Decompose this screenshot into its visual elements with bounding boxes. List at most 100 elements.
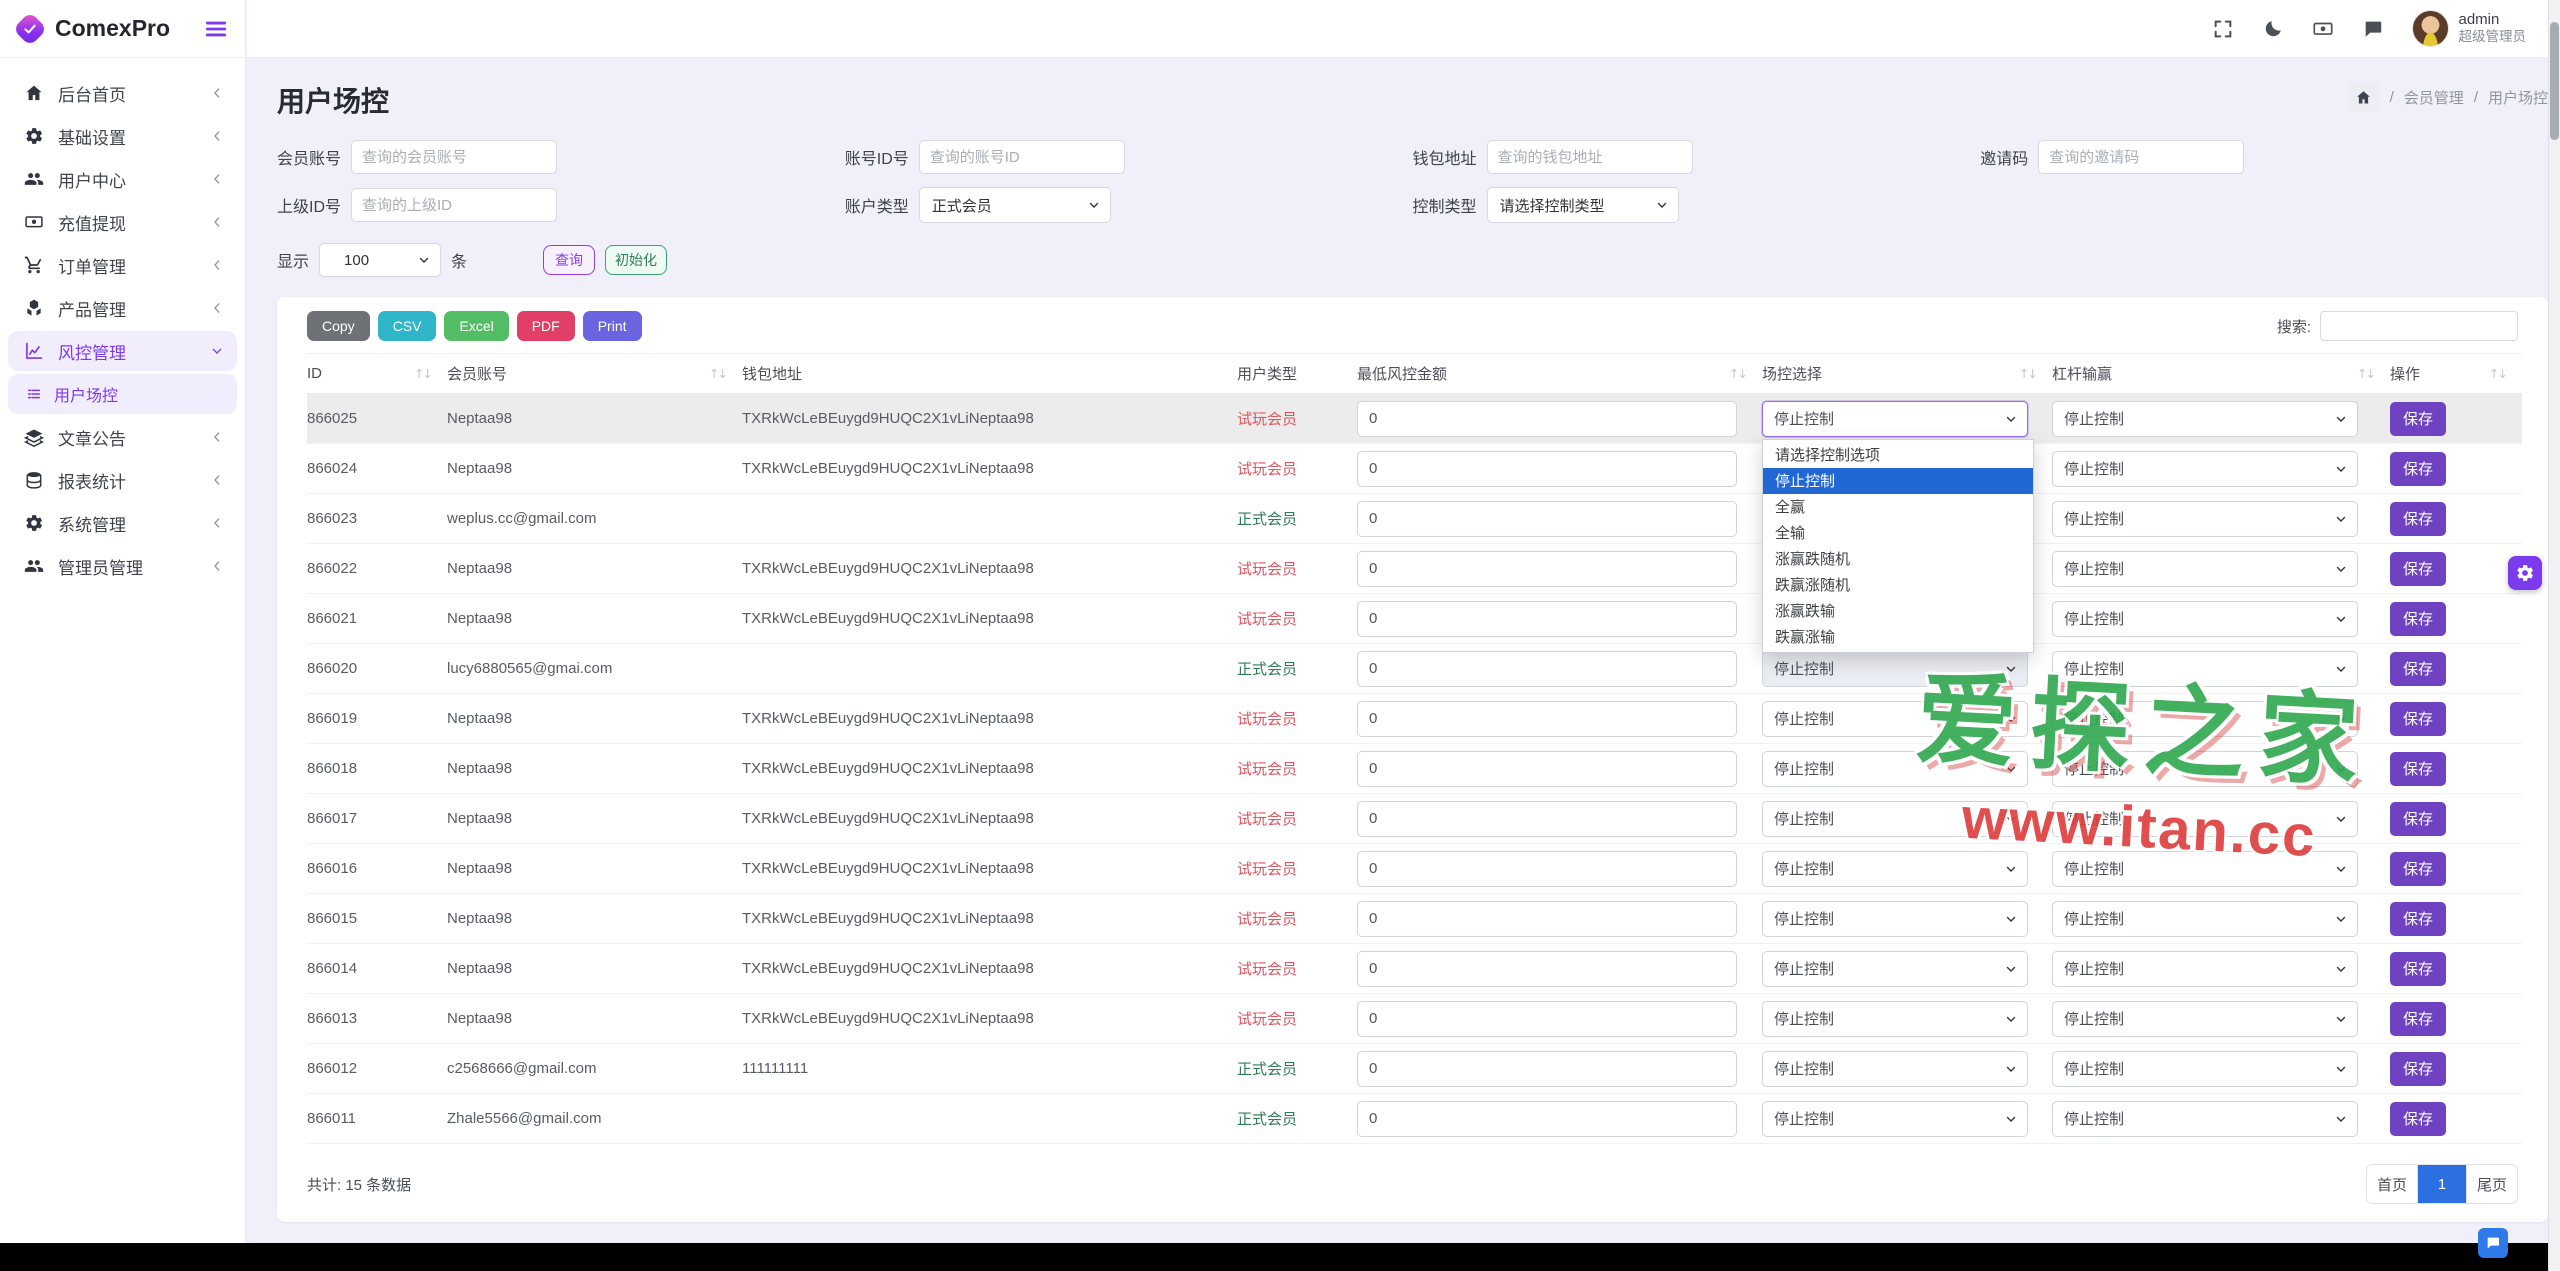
field-control-select[interactable]: 停止控制 <box>1762 1051 2028 1087</box>
scrollbar-thumb[interactable] <box>2550 22 2559 140</box>
column-header-7[interactable]: 操作↑↓ <box>2390 354 2522 394</box>
filter-input-1[interactable] <box>919 140 1125 174</box>
export-print-button[interactable]: Print <box>583 311 642 341</box>
sidebar-item-2[interactable]: 用户中心 <box>8 159 237 199</box>
sidebar-item-10[interactable]: 系统管理 <box>8 503 237 543</box>
min-risk-amount-input[interactable] <box>1357 1051 1737 1087</box>
save-button[interactable]: 保存 <box>2390 752 2446 786</box>
leverage-control-select[interactable]: 停止控制 <box>2052 651 2358 687</box>
dark-mode-moon-icon[interactable] <box>2262 18 2284 40</box>
save-button[interactable]: 保存 <box>2390 502 2446 536</box>
filter-select-6[interactable]: 请选择控制类型 <box>1487 187 1679 223</box>
breadcrumb-home-icon[interactable] <box>2348 82 2380 112</box>
save-button[interactable]: 保存 <box>2390 952 2446 986</box>
save-button[interactable]: 保存 <box>2390 802 2446 836</box>
min-risk-amount-input[interactable] <box>1357 551 1737 587</box>
sort-icon[interactable]: ↑↓ <box>1729 366 1746 381</box>
save-button[interactable]: 保存 <box>2390 552 2446 586</box>
filter-select-5[interactable]: 正式会员 <box>919 187 1111 223</box>
min-risk-amount-input[interactable] <box>1357 451 1737 487</box>
breadcrumb-item-member-mgmt[interactable]: 会员管理 <box>2404 87 2464 108</box>
sidebar-item-8[interactable]: 文章公告 <box>8 417 237 457</box>
min-risk-amount-input[interactable] <box>1357 651 1737 687</box>
leverage-control-select[interactable]: 停止控制 <box>2052 551 2358 587</box>
field-control-select[interactable]: 停止控制 <box>1762 651 2028 687</box>
save-button[interactable]: 保存 <box>2390 602 2446 636</box>
filter-input-0[interactable] <box>351 140 557 174</box>
user-menu[interactable]: admin 超级管理员 <box>2412 10 2527 47</box>
field-control-select[interactable]: 停止控制 <box>1762 1101 2028 1137</box>
page-scrollbar[interactable] <box>2548 0 2560 1271</box>
filter-input-3[interactable] <box>2038 140 2244 174</box>
sidebar-item-7[interactable]: 用户场控 <box>8 374 237 414</box>
page-first[interactable]: 首页 <box>2367 1165 2417 1203</box>
sort-icon[interactable]: ↑↓ <box>2019 366 2036 381</box>
min-risk-amount-input[interactable] <box>1357 501 1737 537</box>
sidebar-item-11[interactable]: 管理员管理 <box>8 546 237 586</box>
column-header-0[interactable]: ID↑↓ <box>307 354 447 394</box>
leverage-control-select[interactable]: 停止控制 <box>2052 401 2358 437</box>
field-control-select[interactable]: 停止控制 <box>1762 951 2028 987</box>
min-risk-amount-input[interactable] <box>1357 1001 1737 1037</box>
save-button[interactable]: 保存 <box>2390 1002 2446 1036</box>
save-button[interactable]: 保存 <box>2390 652 2446 686</box>
leverage-control-select[interactable]: 停止控制 <box>2052 601 2358 637</box>
leverage-control-select[interactable]: 停止控制 <box>2052 901 2358 937</box>
column-header-4[interactable]: 最低风控金额↑↓ <box>1357 354 1762 394</box>
dropdown-option-3[interactable]: 全输 <box>1763 520 2033 546</box>
export-copy-button[interactable]: Copy <box>307 311 370 341</box>
sidebar-item-3[interactable]: 充值提现 <box>8 202 237 242</box>
sidebar-item-1[interactable]: 基础设置 <box>8 116 237 156</box>
dropdown-option-5[interactable]: 跌赢涨随机 <box>1763 572 2033 598</box>
save-button[interactable]: 保存 <box>2390 452 2446 486</box>
chat-widget-button[interactable] <box>2478 1228 2508 1258</box>
leverage-control-select[interactable]: 停止控制 <box>2052 1051 2358 1087</box>
fullscreen-icon[interactable] <box>2212 18 2234 40</box>
sort-icon[interactable]: ↑↓ <box>2489 366 2506 381</box>
query-button[interactable]: 查询 <box>543 245 595 275</box>
column-header-1[interactable]: 会员账号↑↓ <box>447 354 742 394</box>
reset-button[interactable]: 初始化 <box>605 245 667 275</box>
dropdown-option-0[interactable]: 请选择控制选项 <box>1763 442 2033 468</box>
leverage-control-select[interactable]: 停止控制 <box>2052 801 2358 837</box>
chat-icon[interactable] <box>2362 18 2384 40</box>
min-risk-amount-input[interactable] <box>1357 751 1737 787</box>
table-search-input[interactable] <box>2320 311 2518 341</box>
sidebar-item-0[interactable]: 后台首页 <box>8 73 237 113</box>
save-button[interactable]: 保存 <box>2390 902 2446 936</box>
column-header-6[interactable]: 杠杆输赢↑↓ <box>2052 354 2390 394</box>
save-button[interactable]: 保存 <box>2390 1052 2446 1086</box>
sort-icon[interactable]: ↑↓ <box>2357 366 2374 381</box>
min-risk-amount-input[interactable] <box>1357 1101 1737 1137</box>
filter-input-2[interactable] <box>1487 140 1693 174</box>
save-button[interactable]: 保存 <box>2390 1102 2446 1136</box>
leverage-control-select[interactable]: 停止控制 <box>2052 451 2358 487</box>
page-last[interactable]: 尾页 <box>2466 1165 2517 1203</box>
column-header-2[interactable]: 钱包地址 <box>742 354 1237 394</box>
dropdown-option-1[interactable]: 停止控制 <box>1763 468 2033 494</box>
min-risk-amount-input[interactable] <box>1357 901 1737 937</box>
avatar[interactable] <box>2412 10 2449 47</box>
settings-fab[interactable] <box>2508 556 2542 590</box>
save-button[interactable]: 保存 <box>2390 402 2446 436</box>
hamburger-icon[interactable] <box>203 16 229 42</box>
field-control-select[interactable]: 停止控制 <box>1762 1001 2028 1037</box>
sidebar-item-4[interactable]: 订单管理 <box>8 245 237 285</box>
min-risk-amount-input[interactable] <box>1357 951 1737 987</box>
sort-icon[interactable]: ↑↓ <box>414 366 431 381</box>
min-risk-amount-input[interactable] <box>1357 701 1737 737</box>
sidebar-item-5[interactable]: 产品管理 <box>8 288 237 328</box>
export-csv-button[interactable]: CSV <box>378 311 437 341</box>
min-risk-amount-input[interactable] <box>1357 801 1737 837</box>
sidebar-item-6[interactable]: 风控管理 <box>8 331 237 371</box>
leverage-control-select[interactable]: 停止控制 <box>2052 1001 2358 1037</box>
leverage-control-select[interactable]: 停止控制 <box>2052 1101 2358 1137</box>
dropdown-option-6[interactable]: 涨赢跌输 <box>1763 598 2033 624</box>
dropdown-option-7[interactable]: 跌赢涨输 <box>1763 624 2033 650</box>
leverage-control-select[interactable]: 停止控制 <box>2052 501 2358 537</box>
leverage-control-select[interactable]: 停止控制 <box>2052 951 2358 987</box>
column-header-5[interactable]: 场控选择↑↓ <box>1762 354 2052 394</box>
column-header-3[interactable]: 用户类型 <box>1237 354 1357 394</box>
field-control-select[interactable]: 停止控制 <box>1762 751 2028 787</box>
sort-icon[interactable]: ↑↓ <box>709 366 726 381</box>
